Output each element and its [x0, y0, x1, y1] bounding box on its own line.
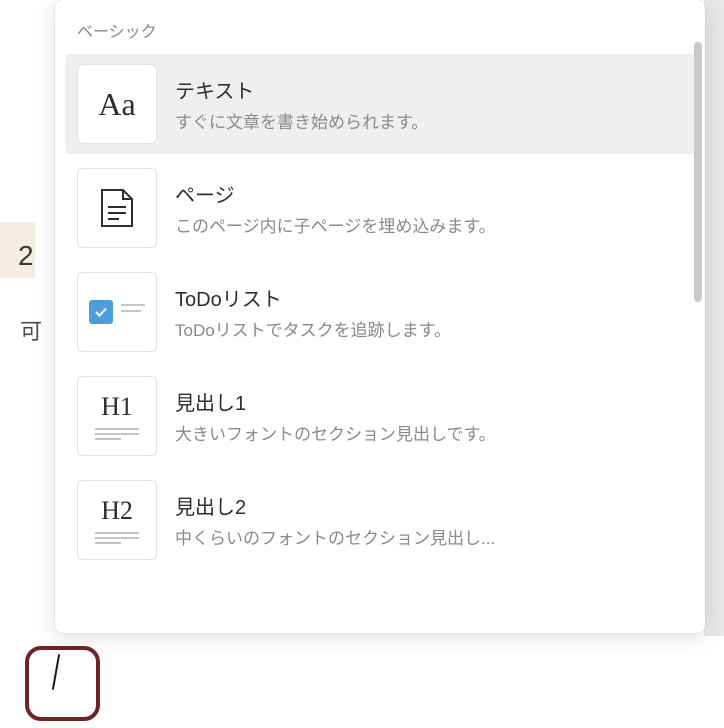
- menu-item-description: このページ内に子ページを埋め込みます。: [175, 212, 683, 237]
- page-block-icon: [77, 168, 157, 248]
- menu-item-content: 見出し1 大きいフォントのセクション見出しです。: [175, 387, 683, 445]
- h1-glyph: H1: [101, 392, 133, 422]
- scrollbar-thumb[interactable]: [694, 42, 702, 302]
- block-type-menu: ベーシック Aa テキスト すぐに文章を書き始められます。: [55, 0, 705, 633]
- section-header-basic: ベーシック: [55, 0, 705, 52]
- menu-item-content: ToDoリスト ToDoリストでタスクを追跡します。: [175, 283, 683, 341]
- background-content: 2 可: [0, 230, 40, 356]
- menu-item-description: ToDoリストでタスクを追跡します。: [175, 316, 683, 341]
- menu-item-text[interactable]: Aa テキスト すぐに文章を書き始められます。: [65, 54, 695, 154]
- page-icon: [99, 187, 135, 229]
- menu-item-description: すぐに文章を書き始められます。: [175, 108, 683, 133]
- menu-item-description: 中くらいのフォントのセクション見出し...: [175, 524, 683, 549]
- bg-partial-text-1: 2: [0, 240, 40, 272]
- text-block-icon: Aa: [77, 64, 157, 144]
- todo-lines-icon: [121, 300, 145, 312]
- menu-item-heading2[interactable]: H2 見出し2 中くらいのフォントのセクション見出し...: [65, 470, 695, 570]
- side-gutter: [704, 0, 724, 636]
- menu-items-list: Aa テキスト すぐに文章を書き始められます。 ページ このページ内に子ページを…: [55, 52, 705, 572]
- cursor-highlight-box: [25, 646, 100, 721]
- aa-glyph: Aa: [98, 86, 135, 123]
- menu-item-todo[interactable]: ToDoリスト ToDoリストでタスクを追跡します。: [65, 262, 695, 362]
- checkbox-checked-icon: [89, 300, 113, 324]
- menu-item-content: ページ このページ内に子ページを埋め込みます。: [175, 179, 683, 237]
- menu-item-content: テキスト すぐに文章を書き始められます。: [175, 75, 683, 133]
- menu-item-title: 見出し1: [175, 387, 683, 416]
- menu-item-title: ページ: [175, 179, 683, 208]
- menu-item-page[interactable]: ページ このページ内に子ページを埋め込みます。: [65, 158, 695, 258]
- menu-item-title: 見出し2: [175, 491, 683, 520]
- bg-partial-text-2: 可: [0, 314, 40, 346]
- menu-item-content: 見出し2 中くらいのフォントのセクション見出し...: [175, 491, 683, 549]
- menu-item-heading1[interactable]: H1 見出し1 大きいフォントのセクション見出しです。: [65, 366, 695, 466]
- menu-item-title: テキスト: [175, 75, 683, 104]
- heading1-block-icon: H1: [77, 376, 157, 456]
- heading2-block-icon: H2: [77, 480, 157, 560]
- menu-item-description: 大きいフォントのセクション見出しです。: [175, 420, 683, 445]
- todo-block-icon: [77, 272, 157, 352]
- heading-lines-icon: [95, 428, 139, 440]
- heading-lines-icon: [95, 532, 139, 544]
- menu-item-title: ToDoリスト: [175, 283, 683, 312]
- h2-glyph: H2: [101, 496, 133, 526]
